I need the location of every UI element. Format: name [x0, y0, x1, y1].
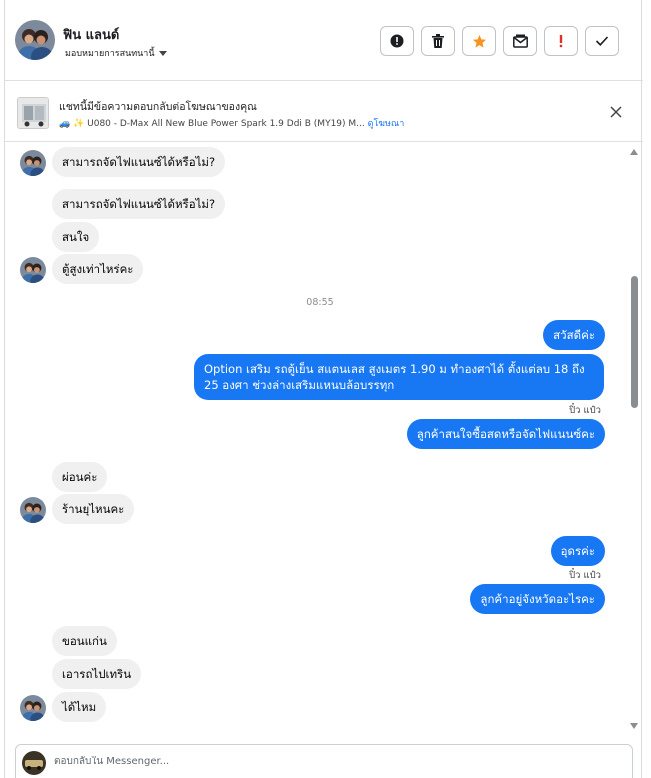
outgoing-message[interactable]: อุดรค่ะ [550, 536, 605, 566]
contact-avatar[interactable] [15, 20, 55, 60]
delete-button[interactable] [421, 26, 455, 56]
conversation-toolbar [380, 26, 619, 56]
ad-name: 🚙 ✨ U080 - D-Max All New Blue Power Spar… [59, 119, 365, 129]
incoming-message[interactable]: ขอนแก่น [52, 626, 117, 656]
scroll-up-arrow[interactable] [630, 149, 638, 155]
incoming-message[interactable]: สามารถจัดไฟแนนซ์ได้หรือไม่? [52, 147, 226, 177]
ad-thumbnail[interactable] [17, 97, 49, 129]
star-icon [472, 34, 486, 48]
incoming-message[interactable]: ได้ไหม [52, 692, 107, 722]
incoming-message[interactable]: เอารถไปเทริน [52, 659, 142, 689]
outgoing-message[interactable]: สวัสดีค่ะ [543, 320, 605, 350]
incoming-message[interactable]: ตู้สูงเท่าไหร่คะ [52, 254, 144, 284]
reply-composer [15, 744, 633, 778]
assign-conversation-dropdown[interactable]: มอบหมายการสนทนานี้ [65, 46, 167, 60]
caret-down-icon [158, 50, 167, 56]
close-icon[interactable] [609, 105, 623, 119]
outgoing-message[interactable]: ลูกค้าสนใจซื้อสดหรือจัดไฟแนนซ์คะ [406, 419, 605, 449]
contact-avatar-small [20, 695, 46, 721]
incoming-message[interactable]: สามารถจัดไฟแนนซ์ได้หรือไม่? [52, 189, 226, 219]
star-button[interactable] [462, 26, 496, 56]
scrollbar-thumb[interactable] [631, 276, 638, 408]
contact-avatar-small [20, 150, 46, 176]
assign-label: มอบหมายการสนทนานี้ [65, 49, 155, 59]
done-button[interactable] [585, 26, 619, 56]
message-timestamp: 08:55 [306, 297, 334, 308]
incoming-message[interactable]: ผ่อนค่ะ [52, 462, 108, 492]
incoming-message[interactable]: ร้านยุไหนคะ [52, 494, 135, 524]
conversation-header: ฟิน แลนด์ มอบหมายการสนทนานี้ [5, 0, 643, 81]
conversation-panel: ฟิน แลนด์ มอบหมายการสนทนานี้ แชทนี้มีข้อ… [4, 0, 643, 778]
exclamation-icon [559, 35, 563, 48]
mark-unread-button[interactable] [503, 26, 537, 56]
alert-circle-icon [390, 34, 404, 48]
outgoing-message[interactable]: ลูกค้าอยู่จังหวัดอะไรคะ [470, 584, 605, 614]
seen-by-label: ปิ๋ว แป๋ว [569, 570, 601, 581]
contact-avatar-small [20, 257, 46, 283]
ad-banner-title: แชทนี้มีข้อความตอบกลับต่อโฆษณาของคุณ [59, 101, 257, 113]
envelope-icon [512, 34, 528, 48]
scroll-down-arrow[interactable] [630, 723, 638, 729]
outgoing-message[interactable]: Option เสริม รถตู้เย็น สแตนเลส สูงเมตร 1… [194, 354, 604, 400]
mark-spam-button[interactable] [380, 26, 414, 56]
seen-by-label: ปิ๋ว แป๋ว [569, 405, 601, 416]
incoming-message[interactable]: สนใจ [52, 222, 100, 252]
reply-input[interactable] [54, 756, 554, 767]
ad-banner-subtitle: 🚙 ✨ U080 - D-Max All New Blue Power Spar… [59, 116, 404, 130]
trash-icon [432, 34, 444, 48]
ad-reply-banner: แชทนี้มีข้อความตอบกลับต่อโฆษณาของคุณ 🚙 ✨… [5, 82, 643, 142]
check-icon [595, 36, 609, 46]
page-avatar [22, 751, 46, 775]
contact-avatar-small [20, 497, 46, 523]
contact-name[interactable]: ฟิน แลนด์ [63, 24, 119, 45]
follow-up-button[interactable] [544, 26, 578, 56]
view-ad-link[interactable]: ดูโฆษณา [368, 119, 405, 129]
